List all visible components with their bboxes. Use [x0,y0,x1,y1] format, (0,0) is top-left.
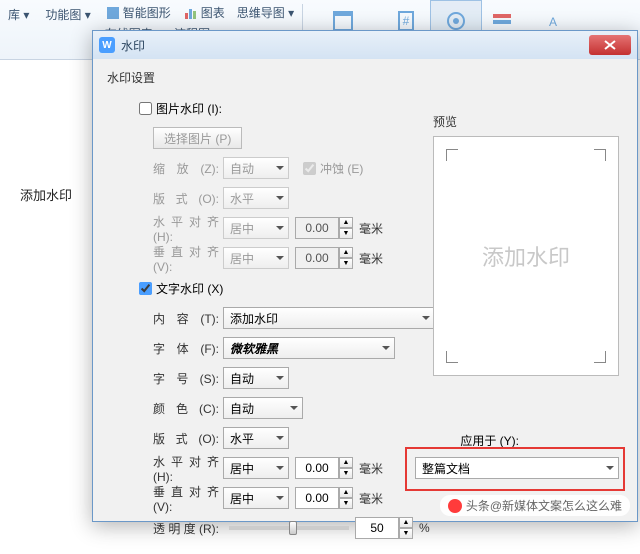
titlebar: W 水印 [93,31,637,59]
valign2-label: 垂直对齐 (V): [153,483,223,514]
color-label: 颜 色 (C): [153,400,223,417]
font-label: 字 体 (F): [153,340,223,357]
opacity-slider[interactable] [229,526,349,530]
text-watermark-checkbox[interactable] [139,282,152,295]
apply-combo[interactable]: 整篇文档 [415,457,619,479]
dialog-title: 水印 [121,37,589,54]
layout2-label: 版 式 (O): [153,430,223,447]
watermark-dialog: W 水印 水印设置 图片水印 (I): 选择图片 (P) 缩 放 (Z): 自动… [92,30,638,522]
layout2-combo[interactable]: 水平 [223,427,289,449]
halign2-combo[interactable]: 居中 [223,457,289,479]
valign1-label: 垂直对齐 (V): [153,243,223,274]
preview-title: 预览 [433,113,619,130]
opacity-label: 透 明 度 (R): [153,520,223,537]
close-button[interactable] [589,35,631,55]
layout1-combo[interactable]: 水平 [223,187,289,209]
toutiao-watermark: 头条@新媒体文案怎么这么难 [440,495,630,516]
document-text: 添加水印 [20,185,72,204]
preview-watermark-text: 添加水印 [482,240,570,272]
ribbon-chart[interactable]: 图表 [177,2,231,23]
valign2-spin[interactable]: ▲▼ [295,487,353,509]
halign2-label: 水平对齐 (H): [153,453,223,484]
opacity-spin[interactable]: ▲▼ [355,517,413,539]
layout1-label: 版 式 (O): [153,190,223,207]
halign1-label: 水平对齐 (H): [153,213,223,244]
ribbon-smart[interactable]: 智能图形 [99,2,177,23]
flush-checkbox [303,162,316,175]
apply-label: 应用于 (Y): [460,432,519,449]
svg-text:A: A [549,15,557,29]
pic-watermark-label: 图片水印 (I): [156,100,222,117]
zoom-label: 缩 放 (Z): [153,160,223,177]
halign1-combo[interactable]: 居中 [223,217,289,239]
halign1-spin[interactable]: ▲▼ [295,217,353,239]
color-combo[interactable]: 自动 [223,397,303,419]
zoom-combo[interactable]: 自动 [223,157,289,179]
halign2-spin[interactable]: ▲▼ [295,457,353,479]
svg-text:#: # [402,14,409,28]
preview-page: 添加水印 [433,136,619,376]
content-combo[interactable]: 添加水印 [223,307,435,329]
font-combo[interactable]: 微软雅黑 [223,337,395,359]
flush-label: 冲蚀 (E) [320,160,363,177]
section-title: 水印设置 [107,69,623,86]
preview-panel: 预览 添加水印 [433,113,619,376]
app-logo-icon: W [99,37,115,53]
ribbon-lib[interactable]: 库 ▾ [0,4,37,25]
content-label: 内 容 (T): [153,310,223,327]
ribbon-mind[interactable]: 思维导图 ▾ [231,2,300,23]
select-pic-button[interactable]: 选择图片 (P) [153,127,242,149]
valign1-combo[interactable]: 居中 [223,247,289,269]
size-label: 字 号 (S): [153,370,223,387]
valign1-spin[interactable]: ▲▼ [295,247,353,269]
ribbon-func[interactable]: 功能图 ▾ [37,4,98,25]
valign2-combo[interactable]: 居中 [223,487,289,509]
pic-watermark-checkbox[interactable] [139,102,152,115]
text-watermark-label: 文字水印 (X) [156,280,223,297]
size-combo[interactable]: 自动 [223,367,289,389]
